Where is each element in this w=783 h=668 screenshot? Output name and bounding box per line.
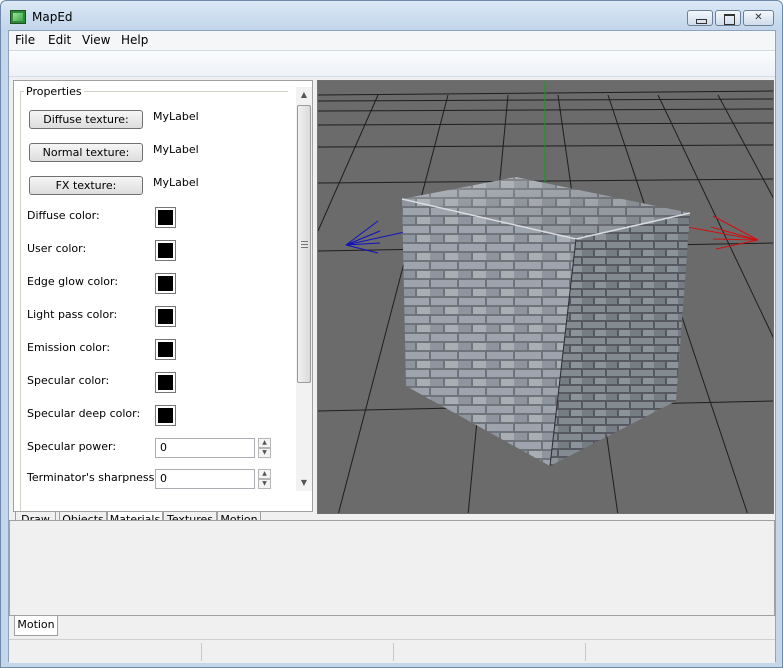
terminator-sharpness-spinner[interactable]: ▲ ▼	[258, 469, 271, 489]
edge-glow-color-swatch[interactable]	[155, 273, 176, 294]
app-icon	[10, 10, 26, 24]
title-bar[interactable]: MapEd ✕	[1, 1, 782, 31]
fx-texture-button[interactable]: FX texture:	[29, 176, 143, 195]
user-color-label: User color:	[27, 242, 87, 255]
client-area: File Edit View Help Properties Diffuse t…	[8, 30, 776, 663]
scroll-up-icon[interactable]: ▲	[296, 87, 312, 103]
grip-icon	[301, 241, 308, 248]
edge-glow-color-label: Edge glow color:	[27, 275, 119, 288]
specular-deep-color-swatch[interactable]	[155, 405, 176, 426]
bottom-panel	[9, 520, 775, 616]
menu-edit[interactable]: Edit	[48, 33, 71, 47]
diffuse-texture-value: MyLabel	[153, 110, 199, 123]
normal-texture-button[interactable]: Normal texture:	[29, 143, 143, 162]
light-pass-color-label: Light pass color:	[27, 308, 118, 321]
status-divider	[201, 643, 202, 661]
specular-power-spinner[interactable]: ▲ ▼	[258, 438, 271, 458]
status-divider	[393, 643, 394, 661]
spin-up-icon[interactable]: ▲	[258, 469, 271, 479]
status-bar	[9, 639, 775, 663]
normal-texture-value: MyLabel	[153, 143, 199, 156]
toolbar	[9, 50, 775, 77]
emission-color-swatch[interactable]	[155, 339, 176, 360]
menu-view[interactable]: View	[82, 33, 110, 47]
spin-up-icon[interactable]: ▲	[258, 438, 271, 448]
specular-color-label: Specular color:	[27, 374, 110, 387]
terminator-sharpness-input[interactable]: 0	[155, 469, 255, 489]
diffuse-color-swatch[interactable]	[155, 207, 176, 228]
light-pass-color-swatch[interactable]	[155, 306, 176, 327]
close-icon: ✕	[754, 12, 763, 23]
fx-texture-value: MyLabel	[153, 176, 199, 189]
specular-color-swatch[interactable]	[155, 372, 176, 393]
minimize-button[interactable]	[687, 10, 713, 26]
status-divider	[585, 643, 586, 661]
maximize-button[interactable]	[715, 10, 741, 26]
tab-motion-bottom[interactable]: Motion	[14, 616, 58, 636]
menu-file[interactable]: File	[15, 33, 35, 47]
menu-help[interactable]: Help	[121, 33, 148, 47]
diffuse-texture-button[interactable]: Diffuse texture:	[29, 110, 143, 129]
diffuse-color-label: Diffuse color:	[27, 209, 100, 222]
terminator-sharpness-label: Terminator's sharpness:	[27, 471, 159, 484]
user-color-swatch[interactable]	[155, 240, 176, 261]
spin-down-icon[interactable]: ▼	[258, 448, 271, 458]
specular-power-label: Specular power:	[27, 440, 117, 453]
close-button[interactable]: ✕	[743, 10, 774, 26]
app-window: MapEd ✕ File Edit View Help Properties D…	[0, 0, 783, 668]
viewport-scene	[318, 81, 773, 513]
properties-group-title: Properties	[24, 85, 84, 98]
specular-power-input[interactable]: 0	[155, 438, 255, 458]
specular-deep-color-label: Specular deep color:	[27, 407, 141, 420]
3d-viewport[interactable]	[317, 80, 774, 514]
menu-bar: File Edit View Help	[9, 31, 775, 50]
properties-scrollbar[interactable]: ▲ ▼	[296, 87, 312, 491]
emission-color-label: Emission color:	[27, 341, 111, 354]
spin-down-icon[interactable]: ▼	[258, 479, 271, 489]
window-title: MapEd	[32, 10, 73, 24]
scroll-thumb[interactable]	[297, 105, 311, 383]
scroll-down-icon[interactable]: ▼	[296, 475, 312, 491]
properties-panel: Properties Diffuse texture: MyLabel Norm…	[13, 80, 313, 512]
